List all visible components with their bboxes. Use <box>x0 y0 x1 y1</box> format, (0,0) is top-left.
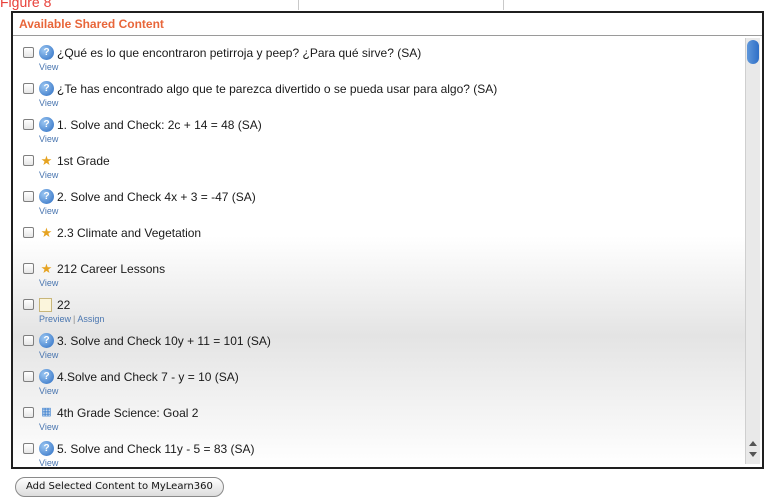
list-item: ? 5. Solve and Check 11y - 5 = 83 (SA) Vie… <box>23 439 740 467</box>
item-link-view[interactable]: View <box>39 422 58 432</box>
item-link-preview[interactable]: Preview <box>39 314 71 324</box>
item-links: View <box>39 169 58 181</box>
question-globe-icon: ? <box>39 189 54 204</box>
question-globe-icon: ? <box>39 45 54 60</box>
item-title[interactable]: 22 <box>57 297 70 313</box>
item-link-view[interactable]: View <box>39 278 58 288</box>
item-title[interactable]: ¿Te has encontrado algo que te parezca d… <box>57 81 497 97</box>
list-item: ? 4.Solve and Check 7 - y = 10 (SA) View <box>23 367 740 403</box>
item-link-view[interactable]: View <box>39 386 58 396</box>
list-item: ★ 1st Grade View <box>23 151 740 187</box>
scroll-down-icon[interactable] <box>749 452 757 457</box>
list-item: ? 3. Solve and Check 10y + 11 = 101 (SA) V… <box>23 331 740 367</box>
item-checkbox[interactable] <box>23 191 34 202</box>
scroll-up-icon[interactable] <box>749 441 757 446</box>
item-link-view[interactable]: View <box>39 170 58 180</box>
list-item: ? 1. Solve and Check: 2c + 14 = 48 (SA) Vi… <box>23 115 740 151</box>
item-links: Preview | Assign <box>39 313 104 325</box>
item-links: View <box>39 133 58 145</box>
items-container: ? ¿Qué es lo que encontraron petirroja y … <box>23 43 740 467</box>
item-checkbox[interactable] <box>23 335 34 346</box>
item-links: View <box>39 421 58 433</box>
item-checkbox[interactable] <box>23 119 34 130</box>
list-item: ? ¿Qué es lo que encontraron petirroja y … <box>23 43 740 79</box>
item-checkbox[interactable] <box>23 263 34 274</box>
grid-icon: ▦ <box>41 406 52 418</box>
item-checkbox[interactable] <box>23 371 34 382</box>
folder-star-icon: ★ <box>40 261 53 276</box>
item-link-view[interactable]: View <box>39 62 58 72</box>
item-title[interactable]: 1. Solve and Check: 2c + 14 = 48 (SA) <box>57 117 262 133</box>
item-checkbox[interactable] <box>23 227 34 238</box>
question-globe-icon: ? <box>39 369 54 384</box>
item-title[interactable]: 2.3 Climate and Vegetation <box>57 225 201 241</box>
list-item: 22 Preview | Assign <box>23 295 740 331</box>
link-separator: | <box>73 314 76 324</box>
item-title[interactable]: 3. Solve and Check 10y + 11 = 101 (SA) <box>57 333 271 349</box>
item-checkbox[interactable] <box>23 83 34 94</box>
list-item: ★ 2.3 Climate and Vegetation <box>23 223 740 259</box>
figure-label: Figure 8 <box>0 0 52 10</box>
panel-header: Available Shared Content <box>13 13 762 36</box>
item-title[interactable]: 2. Solve and Check 4x + 3 = -47 (SA) <box>57 189 256 205</box>
item-links: View <box>39 97 58 109</box>
add-selected-content-button[interactable]: Add Selected Content to MyLearn360 <box>15 477 224 497</box>
item-link-view[interactable]: View <box>39 134 58 144</box>
item-checkbox[interactable] <box>23 407 34 418</box>
folder-star-icon: ★ <box>40 153 53 168</box>
list-item: ★ 212 Career Lessons View <box>23 259 740 295</box>
list-item: ? ¿Te has encontrado algo que te parezca … <box>23 79 740 115</box>
question-globe-icon: ? <box>39 117 54 132</box>
vertical-scrollbar[interactable] <box>745 38 760 464</box>
item-links: View <box>39 61 58 73</box>
scrollbar-thumb[interactable] <box>747 40 759 64</box>
list-item: ? 2. Solve and Check 4x + 3 = -47 (SA) Vie… <box>23 187 740 223</box>
item-links: View <box>39 277 58 289</box>
item-link-assign[interactable]: Assign <box>77 314 104 324</box>
item-checkbox[interactable] <box>23 155 34 166</box>
item-link-view[interactable]: View <box>39 206 58 216</box>
item-title[interactable]: 212 Career Lessons <box>57 261 165 277</box>
question-globe-icon: ? <box>39 333 54 348</box>
item-checkbox[interactable] <box>23 47 34 58</box>
item-title[interactable]: 5. Solve and Check 11y - 5 = 83 (SA) <box>57 441 255 457</box>
item-link-view[interactable]: View <box>39 98 58 108</box>
item-title[interactable]: ¿Qué es lo que encontraron petirroja y p… <box>57 45 421 61</box>
item-title[interactable]: 4.Solve and Check 7 - y = 10 (SA) <box>57 369 239 385</box>
item-checkbox[interactable] <box>23 299 34 310</box>
item-checkbox[interactable] <box>23 443 34 454</box>
folder-star-icon: ★ <box>40 225 53 240</box>
background-divider <box>298 0 299 10</box>
item-link-view[interactable]: View <box>39 350 58 360</box>
item-links: View <box>39 349 58 361</box>
question-globe-icon: ? <box>39 81 54 96</box>
document-icon <box>39 298 52 312</box>
question-globe-icon: ? <box>39 441 54 456</box>
list-item: ▦ 4th Grade Science: Goal 2 View <box>23 403 740 439</box>
item-link-view[interactable]: View <box>39 458 58 467</box>
item-links: View <box>39 457 58 467</box>
item-links: View <box>39 205 58 217</box>
item-title[interactable]: 1st Grade <box>57 153 110 169</box>
background-divider <box>503 0 504 10</box>
content-list[interactable]: ? ¿Qué es lo que encontraron petirroja y … <box>13 36 762 467</box>
item-links: View <box>39 385 58 397</box>
item-title[interactable]: 4th Grade Science: Goal 2 <box>57 405 198 421</box>
shared-content-panel: Available Shared Content ? ¿Qué es lo que… <box>11 11 764 469</box>
